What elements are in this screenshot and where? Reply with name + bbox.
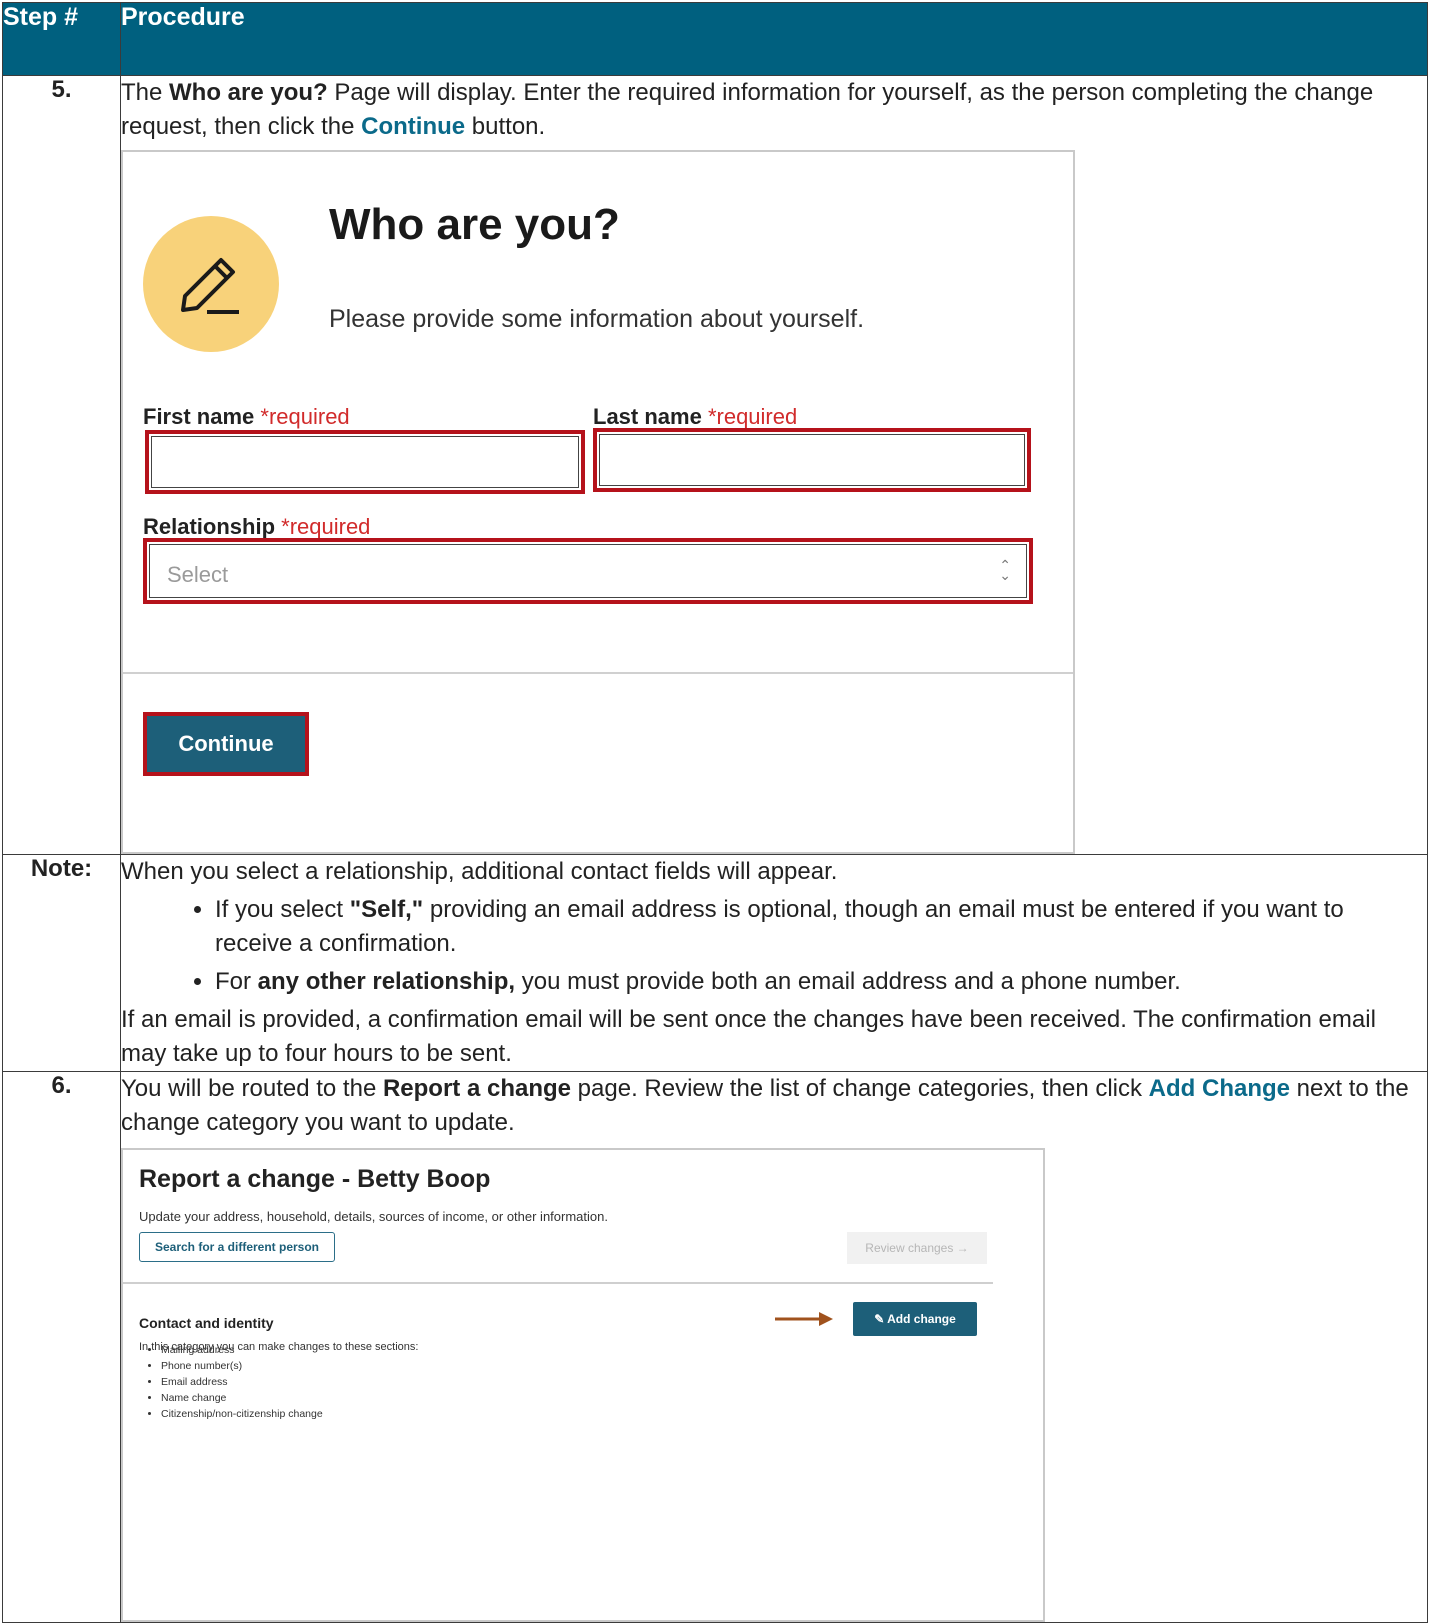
note-intro: When you select a relationship, addition… bbox=[121, 858, 838, 885]
continue-button[interactable]: Continue bbox=[143, 712, 309, 776]
input-box[interactable] bbox=[151, 436, 579, 488]
bold-text: Who are you? bbox=[169, 79, 328, 106]
search-different-person-button[interactable]: Search for a different person bbox=[139, 1232, 335, 1262]
category-sections: Mailing address Phone number(s) Email ad… bbox=[139, 1342, 323, 1422]
note-bullets: If you select "Self," providing an email… bbox=[121, 893, 1427, 999]
add-change-reference: Add Change bbox=[1148, 1075, 1290, 1102]
label-text: First name bbox=[143, 404, 255, 429]
list-item: Mailing address bbox=[161, 1342, 323, 1358]
text: page. Review the list of change categori… bbox=[571, 1075, 1149, 1102]
page-subtitle: Please provide some information about yo… bbox=[329, 305, 865, 333]
arrow-right-icon bbox=[775, 1312, 833, 1326]
note-footer: If an email is provided, a confirmation … bbox=[121, 1006, 1376, 1067]
select-box[interactable] bbox=[149, 544, 1027, 598]
select-chevron-icon: ⌃ ⌄ bbox=[999, 557, 1011, 583]
step-5-body: The Who are you? Page will display. Ente… bbox=[120, 75, 1428, 855]
text: The bbox=[121, 79, 170, 106]
list-item: Email address bbox=[161, 1374, 323, 1390]
button-label: Add change bbox=[887, 1312, 956, 1326]
bold-text: any other relationship, bbox=[257, 968, 516, 995]
bold-text: "Self," bbox=[349, 896, 424, 923]
pencil-icon bbox=[181, 258, 239, 314]
step-row-5: 5. The Who are you? Page will display. E… bbox=[2, 75, 1428, 855]
who-are-you-screenshot: Who are you? Please provide some informa… bbox=[121, 150, 1075, 854]
step-6-body: You will be routed to the Report a chang… bbox=[120, 1071, 1428, 1623]
label-text: Last name bbox=[593, 404, 702, 429]
input-box[interactable] bbox=[599, 434, 1025, 486]
bold-text: Report a change bbox=[382, 1075, 572, 1102]
edit-icon: ✎ bbox=[874, 1312, 885, 1326]
step-5-instruction: The Who are you? Page will display. Ente… bbox=[121, 76, 1427, 144]
note-body: When you select a relationship, addition… bbox=[120, 854, 1428, 1072]
text: You will be routed to the bbox=[121, 1075, 383, 1102]
note-row: Note: When you select a relationship, ad… bbox=[2, 854, 1428, 1072]
text: button. bbox=[465, 113, 546, 140]
procedure-table: Step # Procedure 5. The Who are you? Pag… bbox=[2, 2, 1428, 1623]
first-name-field[interactable] bbox=[145, 430, 585, 494]
step-number: 6. bbox=[2, 1071, 121, 1623]
last-name-field[interactable] bbox=[593, 428, 1031, 492]
list-item: If you select "Self," providing an email… bbox=[215, 893, 1427, 961]
list-item: Name change bbox=[161, 1390, 323, 1406]
label-text: Relationship bbox=[143, 514, 276, 539]
step-column-header: Step # bbox=[2, 2, 121, 76]
review-changes-button[interactable]: Review changes → bbox=[847, 1232, 987, 1264]
required-marker: *required bbox=[707, 404, 798, 429]
divider bbox=[123, 1282, 993, 1284]
report-title: Report a change - Betty Boop bbox=[139, 1165, 491, 1193]
header-row: Step # Procedure bbox=[2, 2, 1428, 76]
select-placeholder: Select bbox=[167, 562, 229, 587]
add-change-button[interactable]: ✎ Add change bbox=[853, 1302, 977, 1336]
step-row-6: 6. You will be routed to the Report a ch… bbox=[2, 1071, 1428, 1623]
page-title: Who are you? bbox=[329, 200, 620, 249]
divider bbox=[123, 672, 1073, 674]
report-change-screenshot: Report a change - Betty Boop Update your… bbox=[121, 1148, 1045, 1622]
required-marker: *required bbox=[260, 404, 350, 429]
continue-reference: Continue bbox=[361, 113, 466, 140]
list-item: Phone number(s) bbox=[161, 1358, 323, 1374]
report-subtitle: Update your address, household, details,… bbox=[139, 1209, 608, 1224]
text: you must provide both an email address a… bbox=[515, 968, 1181, 995]
step-6-instruction: You will be routed to the Report a chang… bbox=[121, 1072, 1427, 1140]
step-number: 5. bbox=[2, 75, 121, 855]
relationship-select[interactable]: Select ⌃ ⌄ bbox=[143, 538, 1033, 604]
required-marker: *required bbox=[281, 514, 371, 539]
list-item: Citizenship/non-citizenship change bbox=[161, 1406, 323, 1422]
text: If you select bbox=[215, 896, 350, 923]
pencil-avatar bbox=[143, 216, 279, 352]
note-label: Note: bbox=[2, 854, 121, 1072]
procedure-column-header: Procedure bbox=[120, 2, 1428, 76]
first-name-label: First name *required bbox=[143, 400, 350, 434]
text: For bbox=[215, 968, 258, 995]
list-item: For any other relationship, you must pro… bbox=[215, 965, 1427, 999]
